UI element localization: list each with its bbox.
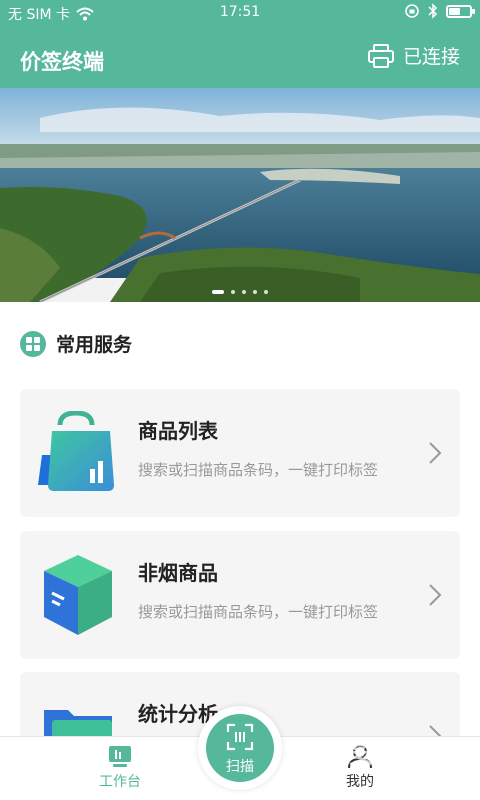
service-name: 非烟商品: [138, 561, 218, 585]
chevron-right-icon: [429, 584, 442, 606]
carousel-dot[interactable]: [231, 290, 235, 294]
chevron-right-icon: [429, 442, 442, 464]
tab-label: 工作台: [99, 774, 141, 790]
scan-icon: [226, 723, 254, 751]
carousel-indicator: [0, 290, 480, 294]
tab-label: 我的: [346, 774, 374, 790]
grid-icon: [20, 330, 46, 357]
watermark: 安卓巴: [348, 740, 427, 770]
service-description: 搜索或扫描商品条码，一键打印标签: [138, 461, 379, 479]
carousel-dot[interactable]: [264, 290, 268, 294]
service-card-non-tobacco[interactable]: 非烟商品 搜索或扫描商品条码，一键打印标签: [20, 531, 460, 659]
battery-fill: [449, 7, 460, 15]
banner-image: [0, 88, 480, 302]
service-description: 搜索或扫描商品条码，一键打印标签: [138, 603, 379, 621]
main-content: 常用服务 商品列表 搜索或扫描商品条码，一键打印标签 非烟商品 搜索或扫描商品条…: [0, 302, 480, 736]
shopping-bag-icon: [38, 411, 114, 491]
rotation-lock-icon: [405, 4, 419, 18]
service-card-product-list[interactable]: 商品列表 搜索或扫描商品条码，一键打印标签: [20, 389, 460, 517]
connection-status: 已连接: [402, 46, 460, 68]
carousel-dot[interactable]: [212, 290, 224, 294]
desk-icon: [109, 746, 131, 767]
tab-workbench[interactable]: 工作台: [70, 743, 170, 791]
scan-button[interactable]: 扫描: [206, 714, 274, 782]
printer-connection-button[interactable]: 已连接: [367, 42, 460, 69]
bluetooth-icon: [428, 3, 438, 19]
status-bar: 无 SIM 卡 17:51: [0, 0, 480, 26]
section-title: 常用服务: [56, 334, 133, 356]
banner-carousel[interactable]: [0, 88, 480, 302]
app-title: 价签终端: [20, 50, 104, 74]
box-icon: [44, 555, 112, 635]
app-bar: 价签终端 已连接: [0, 26, 480, 88]
service-name: 商品列表: [138, 419, 218, 443]
scan-label: 扫描: [226, 759, 254, 775]
folder-icon: [44, 710, 112, 736]
printer-icon: [367, 43, 394, 68]
section-header: 常用服务: [20, 330, 132, 357]
battery-icon: [446, 4, 475, 18]
carousel-dot[interactable]: [253, 290, 257, 294]
carousel-dot[interactable]: [242, 290, 246, 294]
status-right: [404, 3, 475, 19]
chevron-right-icon: [429, 725, 442, 736]
